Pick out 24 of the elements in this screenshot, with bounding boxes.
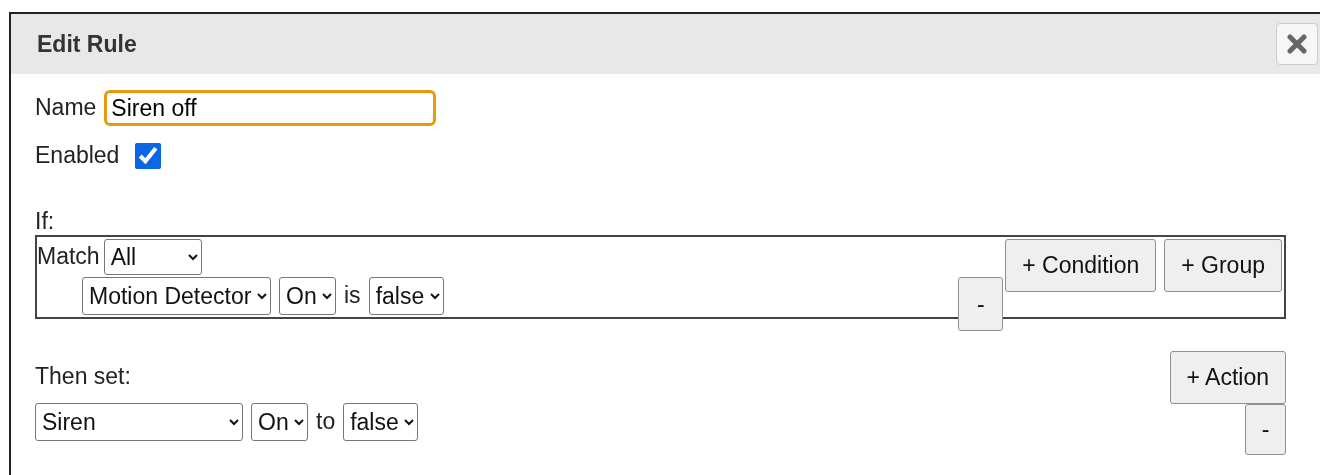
value-select[interactable]: false: [368, 277, 444, 316]
dialog-title: Edit Rule: [37, 29, 137, 59]
add-group-button[interactable]: + Group: [1164, 239, 1282, 293]
close-icon: [1287, 34, 1307, 54]
device-select[interactable]: Siren: [35, 402, 243, 441]
name-field[interactable]: Siren off: [104, 90, 437, 126]
remove-button[interactable]: -: [958, 277, 1004, 332]
property-select[interactable]: On: [279, 277, 336, 316]
close-button[interactable]: [1276, 23, 1318, 65]
remove-button[interactable]: -: [1245, 404, 1286, 456]
match-label: Match: [37, 243, 100, 271]
value-select[interactable]: false: [343, 402, 419, 441]
field-label: Enabled: [35, 142, 120, 170]
field-label: Name: [35, 94, 97, 122]
connector-text: to: [316, 408, 336, 436]
section-label: Then set:: [35, 363, 132, 391]
connector-text: is: [344, 282, 361, 310]
section-label: If:: [35, 207, 56, 236]
device-select[interactable]: Motion Detector: [82, 277, 271, 316]
add-action-button[interactable]: + Action: [1169, 351, 1286, 405]
enabled-checkbox[interactable]: [135, 142, 162, 169]
property-select[interactable]: On: [251, 402, 308, 441]
add-condition-button[interactable]: + Condition: [1005, 239, 1157, 293]
match-select[interactable]: All: [103, 239, 202, 276]
